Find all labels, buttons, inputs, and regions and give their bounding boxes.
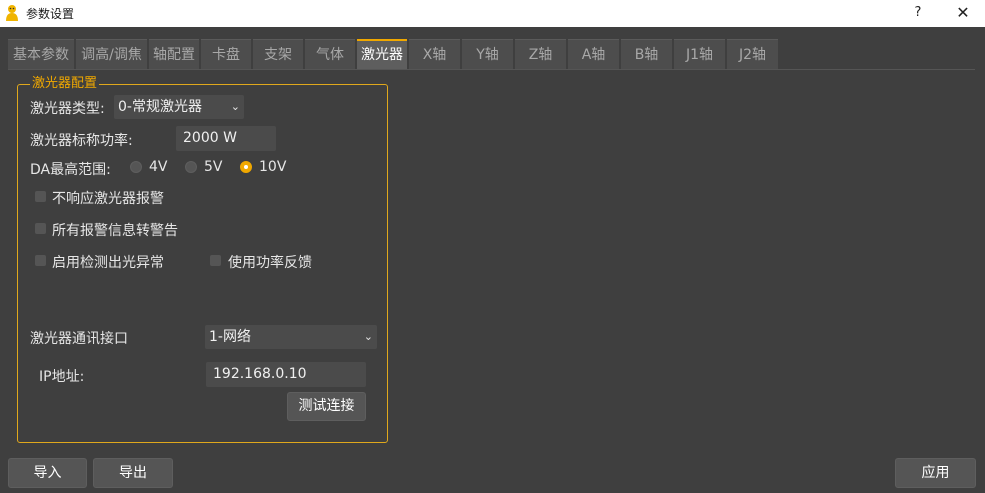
da-range-label: DA最高范围:: [30, 162, 111, 178]
close-button[interactable]: ✕: [952, 3, 974, 23]
tab-bracket[interactable]: 支架: [253, 39, 303, 69]
test-connection-button[interactable]: 测试连接: [287, 392, 366, 421]
chevron-down-icon: ⌄: [363, 330, 373, 343]
comm-interface-value: 1-网络: [209, 329, 251, 345]
no-alarm-label: 不响应激光器报警: [52, 191, 164, 207]
laser-power-label: 激光器标称功率:: [30, 133, 133, 149]
da-4v-radio[interactable]: [130, 161, 142, 173]
import-button[interactable]: 导入: [8, 458, 87, 488]
tab-z-axis[interactable]: Z轴: [515, 39, 566, 69]
power-feedback-checkbox[interactable]: [210, 255, 221, 266]
tab-chuck[interactable]: 卡盘: [201, 39, 251, 69]
export-button[interactable]: 导出: [93, 458, 173, 488]
ip-address-input[interactable]: 192.168.0.10: [206, 362, 366, 387]
laser-type-label: 激光器类型:: [30, 101, 105, 117]
title-bar: 参数设置 ? ✕: [0, 0, 985, 27]
window-title: 参数设置: [26, 7, 75, 21]
tab-bar: 基本参数 调高/调焦 轴配置 卡盘 支架 气体 激光器 X轴 Y轴 Z轴 A轴 …: [8, 39, 778, 69]
alarm-to-warning-label: 所有报警信息转警告: [52, 223, 178, 239]
tab-basic-params[interactable]: 基本参数: [8, 39, 74, 69]
detect-light-checkbox[interactable]: [35, 255, 46, 266]
laser-config-title: 激光器配置: [30, 76, 100, 92]
tab-y-axis[interactable]: Y轴: [462, 39, 513, 69]
ip-address-label: IP地址:: [39, 369, 85, 385]
tab-divider: [8, 69, 975, 70]
tab-j1-axis[interactable]: J1轴: [674, 39, 725, 69]
laser-power-input[interactable]: 2000 W: [176, 126, 276, 151]
comm-interface-label: 激光器通讯接口: [30, 331, 128, 347]
detect-light-label: 启用检测出光异常: [52, 255, 164, 271]
power-feedback-label: 使用功率反馈: [228, 255, 312, 271]
laser-type-value: 0-常规激光器: [118, 99, 202, 115]
no-alarm-checkbox[interactable]: [35, 191, 46, 202]
tab-j2-axis[interactable]: J2轴: [727, 39, 778, 69]
apply-button[interactable]: 应用: [895, 458, 976, 488]
da-4v-label: 4V: [149, 159, 168, 175]
help-button[interactable]: ?: [908, 3, 928, 23]
tab-b-axis[interactable]: B轴: [621, 39, 672, 69]
tab-laser[interactable]: 激光器: [357, 39, 407, 69]
app-icon: [6, 5, 18, 21]
tab-x-axis[interactable]: X轴: [409, 39, 460, 69]
da-5v-radio[interactable]: [185, 161, 197, 173]
da-5v-label: 5V: [204, 159, 223, 175]
tab-axis-config[interactable]: 轴配置: [149, 39, 199, 69]
laser-type-select[interactable]: 0-常规激光器 ⌄: [114, 95, 244, 119]
alarm-to-warning-checkbox[interactable]: [35, 223, 46, 234]
comm-interface-select[interactable]: 1-网络 ⌄: [205, 325, 377, 349]
chevron-down-icon: ⌄: [230, 100, 240, 113]
tab-height-focus[interactable]: 调高/调焦: [76, 39, 147, 69]
tab-gas[interactable]: 气体: [305, 39, 355, 69]
tab-a-axis[interactable]: A轴: [568, 39, 619, 69]
da-10v-radio[interactable]: [240, 161, 252, 173]
da-10v-label: 10V: [259, 159, 287, 175]
